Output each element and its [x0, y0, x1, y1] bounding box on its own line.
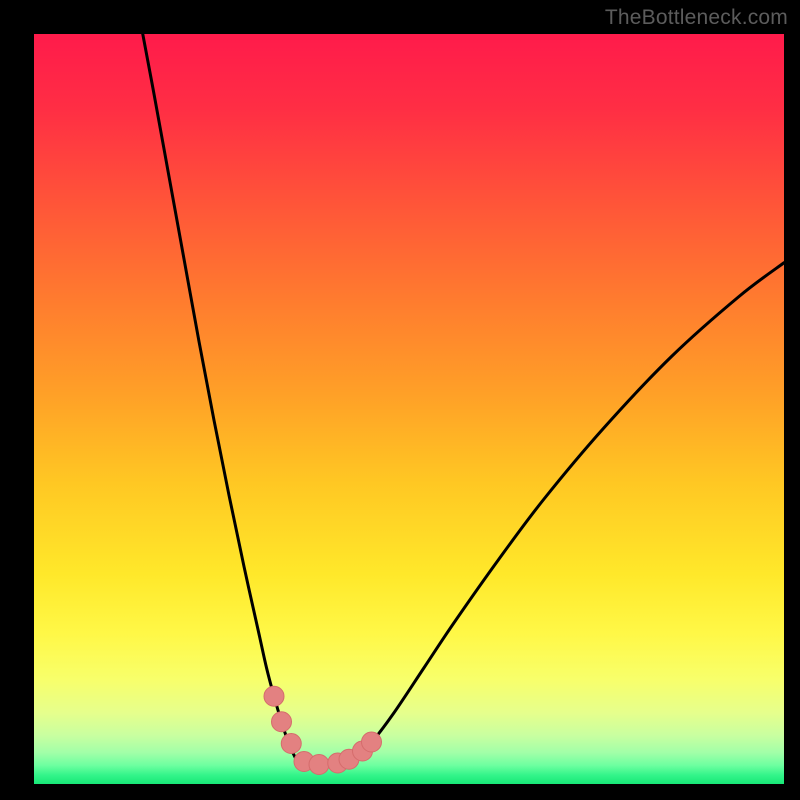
marker-dot — [309, 755, 329, 775]
marker-dot — [281, 734, 301, 754]
chart-frame: TheBottleneck.com — [0, 0, 800, 800]
left-curve — [143, 34, 297, 760]
valley-markers — [264, 686, 382, 774]
right-curve — [357, 263, 785, 760]
curves-layer — [34, 34, 784, 784]
marker-dot — [272, 712, 292, 732]
marker-dot — [264, 686, 284, 706]
plot-area — [34, 34, 784, 784]
marker-dot — [362, 732, 382, 752]
watermark-text: TheBottleneck.com — [605, 6, 788, 30]
